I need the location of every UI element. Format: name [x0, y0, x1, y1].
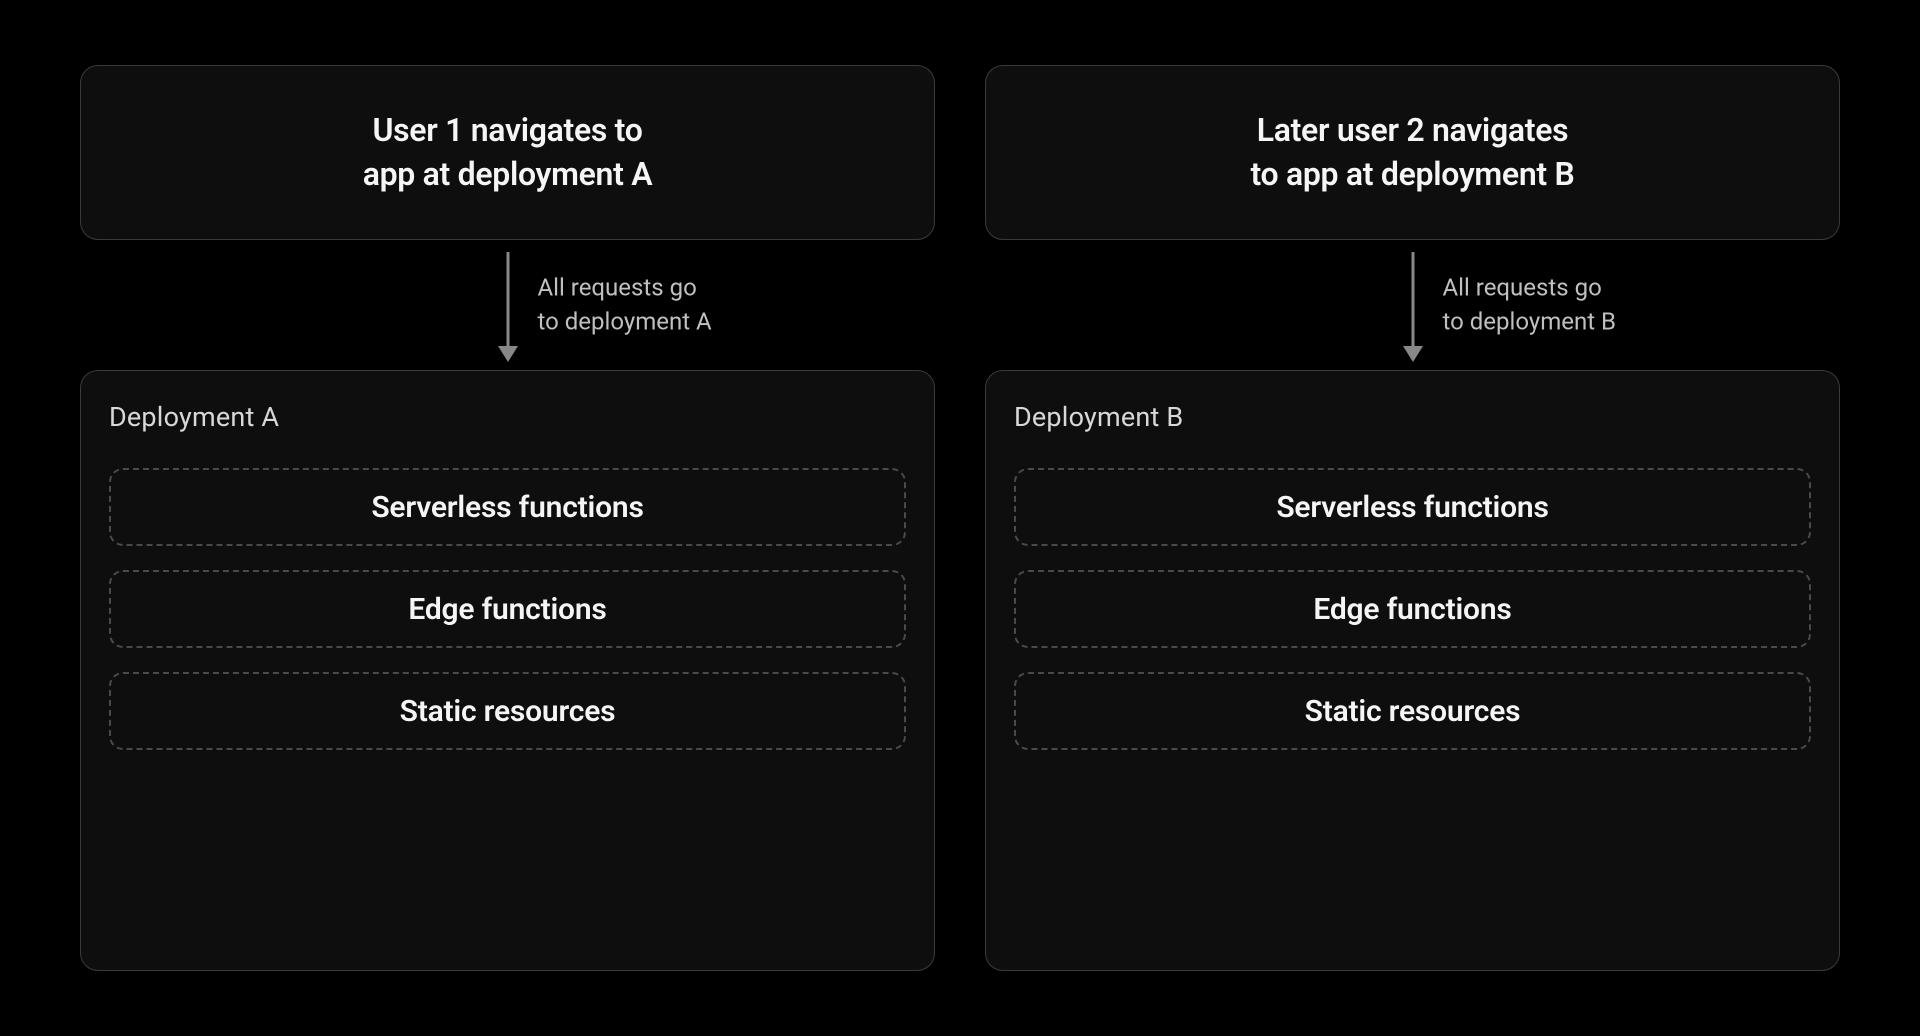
arrow-label-line-1: All requests go [538, 273, 697, 301]
resource-item-edge: Edge functions [109, 570, 906, 648]
user-box-text: Later user 2 navigates to app at deploym… [1250, 109, 1574, 195]
arrow-label-line-2: to deployment B [1443, 307, 1616, 335]
resource-list: Serverless functions Edge functions Stat… [109, 468, 906, 750]
arrow-label-line-1: All requests go [1443, 273, 1602, 301]
deployment-box-b: Deployment B Serverless functions Edge f… [985, 370, 1840, 971]
deployment-title: Deployment B [1014, 401, 1811, 433]
arrow-down-icon [1403, 346, 1423, 362]
arrow-label: All requests go to deployment B [1443, 271, 1616, 338]
resource-item-static: Static resources [109, 672, 906, 750]
user-line-2: to app at deployment B [1250, 155, 1574, 193]
deployment-box-a: Deployment A Serverless functions Edge f… [80, 370, 935, 971]
user-box-b: Later user 2 navigates to app at deploym… [985, 65, 1840, 240]
resource-text: Static resources [1305, 694, 1521, 729]
resource-text: Edge functions [408, 592, 606, 627]
resource-item-serverless: Serverless functions [109, 468, 906, 546]
column-a: User 1 navigates to app at deployment A … [80, 65, 935, 971]
resource-list: Serverless functions Edge functions Stat… [1014, 468, 1811, 750]
resource-item-serverless: Serverless functions [1014, 468, 1811, 546]
user-line-1: Later user 2 navigates [1257, 111, 1569, 149]
arrow-line-icon [1411, 252, 1414, 348]
arrow-section-a: All requests go to deployment A [80, 240, 935, 370]
column-b: Later user 2 navigates to app at deploym… [985, 65, 1840, 971]
user-box-text: User 1 navigates to app at deployment A [363, 109, 653, 195]
arrow-down-icon [498, 346, 518, 362]
arrow-label: All requests go to deployment A [538, 271, 712, 338]
resource-text: Serverless functions [371, 490, 643, 525]
resource-text: Serverless functions [1276, 490, 1548, 525]
resource-text: Edge functions [1313, 592, 1511, 627]
deployment-title: Deployment A [109, 401, 906, 433]
arrow-section-b: All requests go to deployment B [985, 240, 1840, 370]
resource-item-static: Static resources [1014, 672, 1811, 750]
resource-item-edge: Edge functions [1014, 570, 1811, 648]
arrow-label-line-2: to deployment A [538, 307, 712, 335]
user-box-a: User 1 navigates to app at deployment A [80, 65, 935, 240]
user-line-1: User 1 navigates to [372, 111, 642, 149]
arrow-line-icon [506, 252, 509, 348]
user-line-2: app at deployment A [363, 155, 653, 193]
resource-text: Static resources [400, 694, 616, 729]
